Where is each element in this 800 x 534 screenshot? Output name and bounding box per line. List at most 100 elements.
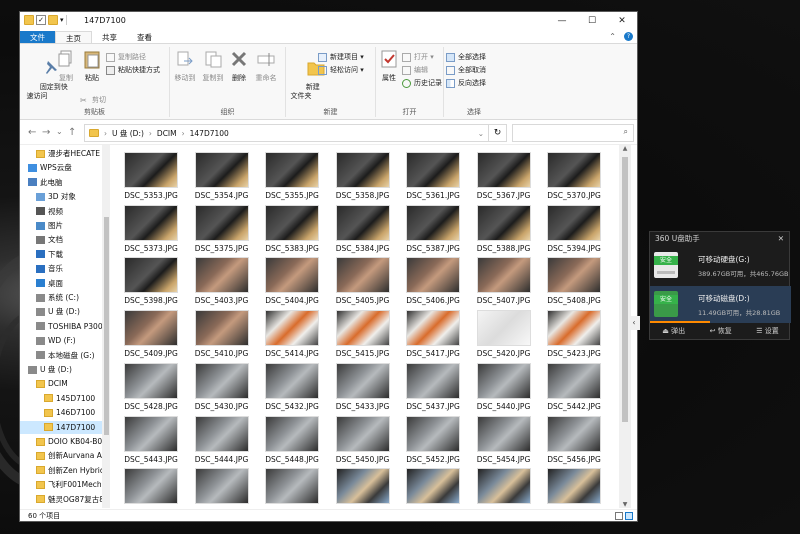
nav-item[interactable]: 此电脑 xyxy=(20,176,102,189)
copy-button[interactable]: 复制 xyxy=(54,49,78,83)
collapse-ribbon-icon[interactable]: ⌃ xyxy=(609,32,616,41)
help-icon[interactable]: ? xyxy=(624,32,633,41)
file-item[interactable]: DSC_5410.JPG xyxy=(190,310,254,358)
drive-card-g[interactable]: 安全 可移动硬盘(G:) 389.67GB可用，共465.76GB xyxy=(650,247,791,284)
nav-scrollbar-thumb[interactable] xyxy=(104,217,109,435)
nav-item[interactable]: 147D7100 xyxy=(20,420,102,434)
nav-item[interactable]: 系统 (C:) xyxy=(20,291,102,304)
file-item[interactable]: DSC_5442.JPG xyxy=(542,362,606,411)
file-item[interactable]: DSC_5454.JPG xyxy=(472,415,536,464)
file-item[interactable]: DSC_5404.JPG xyxy=(260,257,324,305)
file-item[interactable]: DSC_5414.JPG xyxy=(260,310,324,358)
file-item[interactable]: DSC_5361.JPG xyxy=(401,152,465,200)
eject-button[interactable]: ⏏ 弹出 xyxy=(662,323,685,339)
move-to-button[interactable]: 移动到 xyxy=(172,49,198,83)
copy-path-button[interactable]: 复制路径 xyxy=(106,52,146,62)
file-item[interactable]: DSC_5423.JPG xyxy=(542,310,606,358)
new-folder-button[interactable]: 新建 文件夹 xyxy=(288,49,325,110)
panel-expand-icon[interactable]: ‹ xyxy=(628,316,640,330)
nav-item[interactable]: U 盘 (D:) xyxy=(20,305,102,318)
nav-item[interactable]: DOIO KB04-B0 xyxy=(20,435,102,448)
file-item[interactable]: DSC_5417.JPG xyxy=(401,310,465,358)
history-button[interactable]: 历史记录 xyxy=(402,78,442,88)
nav-item[interactable]: 145D7100 xyxy=(20,392,102,405)
nav-item[interactable]: 下载 xyxy=(20,248,102,261)
file-item[interactable]: DSC_5354.JPG xyxy=(190,152,254,200)
file-item[interactable]: DSC_5450.JPG xyxy=(331,415,395,464)
new-item-button[interactable]: 新建项目 ▾ xyxy=(318,52,364,62)
nav-scrollbar[interactable] xyxy=(102,145,110,508)
nav-item[interactable]: 飞利F001Mecha xyxy=(20,478,106,491)
forward-arrow-icon[interactable]: → xyxy=(42,127,50,138)
file-item[interactable]: DSC_5474.JPG xyxy=(472,468,536,508)
breadcrumb-dcim[interactable]: DCIM xyxy=(157,129,177,138)
nav-item[interactable]: 图片 xyxy=(20,219,102,232)
file-item[interactable]: DSC_5443.JPG xyxy=(119,415,183,464)
file-item[interactable]: DSC_5387.JPG xyxy=(401,204,465,253)
file-item[interactable]: DSC_5471.JPG xyxy=(331,468,395,508)
up-arrow-icon[interactable]: ↑ xyxy=(68,127,76,138)
nav-item[interactable]: DCIM xyxy=(20,377,102,390)
file-item[interactable]: DSC_5456.JPG xyxy=(542,415,606,464)
close-button[interactable]: ✕ xyxy=(607,12,637,30)
file-item[interactable]: DSC_5353.JPG xyxy=(119,152,183,200)
file-item[interactable]: DSC_5475.JPG xyxy=(542,468,606,508)
nav-item[interactable]: 魅灵OG87复古8 xyxy=(20,493,104,506)
recent-locations-icon[interactable]: ⌄ xyxy=(56,127,63,136)
rename-button[interactable]: 重命名 xyxy=(252,49,280,83)
file-item[interactable]: DSC_5375.JPG xyxy=(190,204,254,253)
file-scrollbar-thumb[interactable] xyxy=(622,157,628,422)
easy-access-button[interactable]: 轻松访问 ▾ xyxy=(318,65,364,75)
nav-item[interactable]: 3D 对象 xyxy=(20,190,102,203)
file-item[interactable]: DSC_5367.JPG xyxy=(472,152,536,200)
scroll-up-icon[interactable]: ▲ xyxy=(619,145,631,152)
delete-button[interactable]: 删除 xyxy=(228,49,250,83)
file-item[interactable]: DSC_5407.JPG xyxy=(472,257,536,305)
nav-item[interactable]: 创新Zen Hybrid xyxy=(20,464,105,477)
nav-item[interactable]: 文档 xyxy=(20,233,102,246)
select-all-button[interactable]: 全部选择 xyxy=(446,52,486,62)
open-button[interactable]: 打开 ▾ xyxy=(402,52,434,62)
file-item[interactable]: DSC_5384.JPG xyxy=(331,204,395,253)
select-none-button[interactable]: 全部取消 xyxy=(446,65,486,75)
invert-selection-button[interactable]: 反向选择 xyxy=(446,78,486,88)
address-dropdown-icon[interactable]: ⌄ xyxy=(478,129,484,138)
refresh-button[interactable]: ↻ xyxy=(489,124,507,142)
file-item[interactable]: DSC_5428.JPG xyxy=(119,362,183,411)
breadcrumb-current[interactable]: 147D7100 xyxy=(190,129,229,138)
file-item[interactable]: DSC_5406.JPG xyxy=(401,257,465,305)
file-item[interactable]: DSC_5468.JPG xyxy=(260,468,324,508)
file-item[interactable]: DSC_5430.JPG xyxy=(190,362,254,411)
file-item[interactable]: DSC_5405.JPG xyxy=(331,257,395,305)
file-item[interactable]: DSC_5415.JPG xyxy=(331,310,395,358)
nav-item[interactable]: WPS云盘 xyxy=(20,161,102,174)
file-item[interactable]: DSC_5355.JPG xyxy=(260,152,324,200)
nav-item[interactable]: 146D7100 xyxy=(20,406,102,419)
file-item[interactable]: DSC_5388.JPG xyxy=(472,204,536,253)
breadcrumb-drive[interactable]: U 盘 (D:) xyxy=(112,128,144,139)
nav-item[interactable]: TOSHIBA P300 xyxy=(20,320,103,333)
nav-item[interactable]: 漫步者HECATE xyxy=(20,147,102,160)
search-input[interactable]: ⌕ xyxy=(512,124,634,142)
file-item[interactable]: DSC_5409.JPG xyxy=(119,310,183,358)
settings-button[interactable]: ☰ 设置 xyxy=(756,323,779,339)
scroll-down-icon[interactable]: ▼ xyxy=(619,501,631,508)
cut-button[interactable]: ✂ 剪切 xyxy=(80,95,106,105)
file-item[interactable]: DSC_5370.JPG xyxy=(542,152,606,200)
address-bar[interactable]: › U 盘 (D:) › DCIM › 147D7100 ⌄ xyxy=(84,124,489,142)
file-item[interactable]: DSC_5373.JPG xyxy=(119,204,183,253)
file-item[interactable]: DSC_5448.JPG xyxy=(260,415,324,464)
file-item[interactable]: DSC_5472.JPG xyxy=(401,468,465,508)
file-item[interactable]: DSC_5465.JPG xyxy=(190,468,254,508)
nav-item[interactable]: 创新Aurvana Ac xyxy=(20,449,106,462)
large-icons-view-icon[interactable] xyxy=(625,512,633,520)
nav-item[interactable]: 音乐 xyxy=(20,262,102,275)
nav-item[interactable]: 桌面 xyxy=(20,277,102,290)
file-item[interactable]: DSC_5394.JPG xyxy=(542,204,606,253)
file-item[interactable]: DSC_5358.JPG xyxy=(331,152,395,200)
nav-item[interactable]: 视频 xyxy=(20,205,102,218)
file-item[interactable]: DSC_5444.JPG xyxy=(190,415,254,464)
file-item[interactable]: DSC_5452.JPG xyxy=(401,415,465,464)
edit-button[interactable]: 编辑 xyxy=(402,65,428,75)
nav-item[interactable]: 本地磁盘 (G:) xyxy=(20,349,102,362)
